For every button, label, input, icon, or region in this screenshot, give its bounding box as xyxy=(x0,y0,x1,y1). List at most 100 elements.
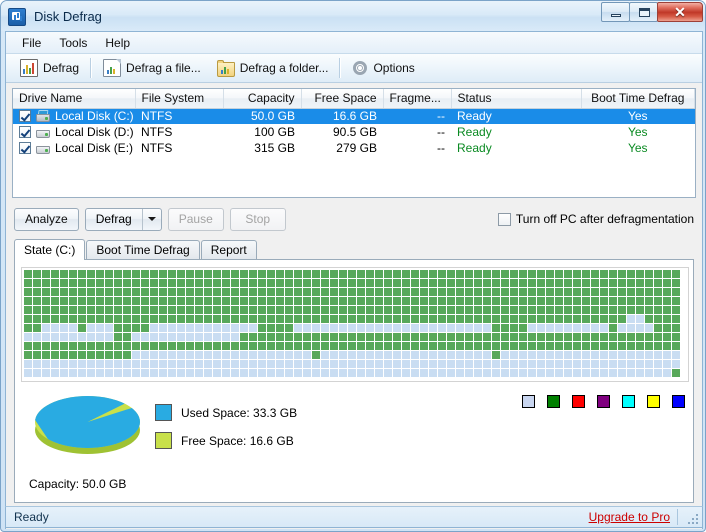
disk-map-cell xyxy=(528,342,537,351)
disk-map-cell xyxy=(609,297,618,306)
disk-map-cell xyxy=(321,324,330,333)
disk-map-cell xyxy=(132,360,141,369)
pause-button[interactable]: Pause xyxy=(167,207,224,231)
disk-map-cell xyxy=(195,297,204,306)
column-header-fragmentation[interactable]: Fragme... xyxy=(383,89,452,109)
disk-map-cell xyxy=(303,288,312,297)
column-header-drive-name[interactable]: Drive Name xyxy=(13,89,136,109)
resize-grip[interactable] xyxy=(685,511,698,524)
drive-checkbox[interactable] xyxy=(19,142,31,154)
disk-map-cell xyxy=(150,333,159,342)
disk-map-cell xyxy=(87,270,96,279)
disk-map-cell xyxy=(510,351,519,360)
disk-map-cell xyxy=(483,342,492,351)
disk-map-cell xyxy=(78,270,87,279)
title-bar[interactable]: Disk Defrag ✕ xyxy=(1,1,705,31)
tab-report[interactable]: Report xyxy=(200,240,257,259)
analyze-button[interactable]: Analyze xyxy=(14,207,79,231)
cell-capacity: 50.0 GB xyxy=(223,108,301,124)
drive-checkbox[interactable] xyxy=(19,110,31,123)
disk-map-cell xyxy=(438,297,447,306)
disk-map-cell xyxy=(141,342,150,351)
maximize-button[interactable] xyxy=(629,2,658,22)
disk-map-cell xyxy=(69,315,78,324)
menu-item-file[interactable]: File xyxy=(13,34,50,52)
action-bar: Analyze Defrag Pause Stop Turn off PC af… xyxy=(14,204,694,234)
cell-boot-time-defrag: Yes xyxy=(581,124,695,140)
disk-map-cell xyxy=(672,306,681,315)
disk-map-cell xyxy=(33,288,42,297)
disk-map-cell xyxy=(609,369,618,378)
disk-map-cell xyxy=(672,315,681,324)
disk-map-cell xyxy=(537,297,546,306)
disk-map-cell xyxy=(231,279,240,288)
disk-map-cell xyxy=(510,288,519,297)
disk-map-cell xyxy=(150,324,159,333)
disk-map-cell xyxy=(96,279,105,288)
column-header-free-space[interactable]: Free Space xyxy=(301,89,384,109)
column-header-boot-time-defrag[interactable]: Boot Time Defrag xyxy=(581,89,695,109)
menu-item-tools[interactable]: Tools xyxy=(50,34,96,52)
toolbar-defrag-file-label: Defrag a file... xyxy=(126,61,201,75)
disk-map-cell xyxy=(51,315,60,324)
toolbar-defrag-button[interactable]: Defrag xyxy=(12,56,87,80)
swatch-purple xyxy=(597,395,610,408)
disk-map-cell xyxy=(582,369,591,378)
defrag-dropdown-button[interactable] xyxy=(141,208,161,230)
pie-chart xyxy=(35,396,140,458)
disk-map-cell xyxy=(42,279,51,288)
disk-map-cell xyxy=(600,351,609,360)
disk-map-cell xyxy=(204,297,213,306)
table-row[interactable]: Local Disk (C:) NTFS 50.0 GB 16.6 GB -- … xyxy=(13,108,695,124)
disk-map-cell xyxy=(249,342,258,351)
disk-map-cell xyxy=(492,360,501,369)
column-header-file-system[interactable]: File System xyxy=(135,89,224,109)
turn-off-pc-checkbox-row[interactable]: Turn off PC after defragmentation xyxy=(497,212,694,226)
disk-map-cell xyxy=(501,351,510,360)
turn-off-pc-checkbox[interactable] xyxy=(497,212,511,226)
disk-map-cell xyxy=(312,369,321,378)
disk-map-cell xyxy=(537,306,546,315)
stop-button[interactable]: Stop xyxy=(229,207,286,231)
tab-state[interactable]: State (C:) xyxy=(14,239,86,260)
disk-map-cell xyxy=(609,270,618,279)
disk-map-cell xyxy=(60,297,69,306)
disk-defrag-window: Disk Defrag ✕ File Tools Help Defrag Def… xyxy=(0,0,706,532)
drive-list[interactable]: Drive Name File System Capacity Free Spa… xyxy=(12,88,696,198)
disk-cluster-map[interactable] xyxy=(21,267,689,382)
disk-map-cell xyxy=(609,279,618,288)
minimize-button[interactable] xyxy=(601,2,630,22)
close-button[interactable]: ✕ xyxy=(657,2,703,22)
column-header-status[interactable]: Status xyxy=(451,89,582,109)
toolbar-options-button[interactable]: Options xyxy=(344,56,422,80)
disk-map-cell xyxy=(204,342,213,351)
drive-checkbox[interactable] xyxy=(19,126,31,138)
toolbar-defrag-file-button[interactable]: Defrag a file... xyxy=(95,56,209,80)
disk-map-cell xyxy=(321,315,330,324)
disk-map-cell xyxy=(600,342,609,351)
disk-map-cell xyxy=(168,360,177,369)
disk-map-cell xyxy=(321,360,330,369)
disk-map-cell xyxy=(591,279,600,288)
disk-map-cell xyxy=(249,288,258,297)
column-header-capacity[interactable]: Capacity xyxy=(223,89,302,109)
disk-map-cell xyxy=(456,297,465,306)
disk-map-cell xyxy=(78,351,87,360)
menu-item-help[interactable]: Help xyxy=(96,34,139,52)
disk-map-cell xyxy=(24,270,33,279)
upgrade-to-pro-link[interactable]: Upgrade to Pro xyxy=(589,510,670,524)
system-drive-icon xyxy=(35,110,51,123)
toolbar-defrag-folder-button[interactable]: Defrag a folder... xyxy=(209,56,337,80)
disk-map-cell xyxy=(69,306,78,315)
table-row[interactable]: Local Disk (D:) NTFS 100 GB 90.5 GB -- R… xyxy=(13,124,695,140)
disk-map-cell xyxy=(123,369,132,378)
disk-map-cell xyxy=(411,288,420,297)
tab-boot-time-defrag[interactable]: Boot Time Defrag xyxy=(86,240,200,259)
disk-map-cell xyxy=(267,342,276,351)
disk-map-cell xyxy=(582,279,591,288)
defrag-split-button[interactable]: Defrag xyxy=(84,207,162,231)
disk-map-cell xyxy=(69,360,78,369)
table-row[interactable]: Local Disk (E:) NTFS 315 GB 279 GB -- Re… xyxy=(13,140,695,156)
disk-map-cell xyxy=(420,360,429,369)
disk-map-cell xyxy=(591,270,600,279)
